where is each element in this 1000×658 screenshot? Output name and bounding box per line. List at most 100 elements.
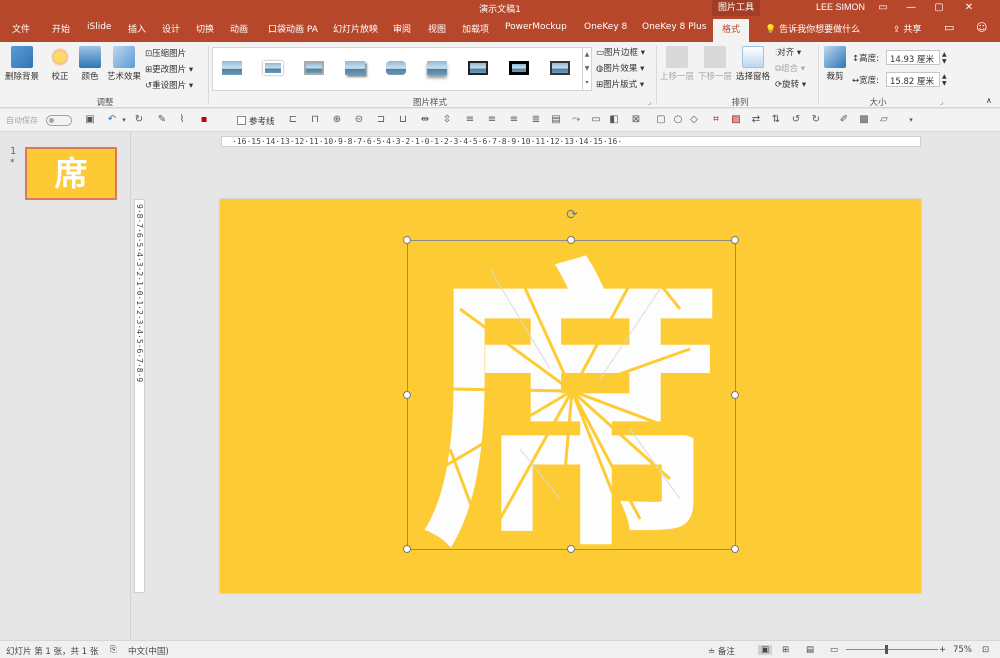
minimize-icon[interactable]: —: [898, 0, 924, 16]
zoom-out-icon[interactable]: −: [850, 645, 857, 655]
undo-icon[interactable]: ↶: [106, 114, 118, 126]
bring-forward-button[interactable]: 上移一层: [659, 46, 695, 82]
ribbon-display-options-icon[interactable]: ▭: [870, 0, 896, 16]
send-backward-button[interactable]: 下移一层: [697, 46, 733, 82]
slide-canvas[interactable]: 席 ⟳: [220, 199, 921, 593]
zoom-slider[interactable]: [846, 649, 938, 650]
align-middle-icon[interactable]: ⊝: [353, 114, 365, 126]
circle-icon[interactable]: ○: [672, 114, 684, 126]
tab-islide[interactable]: iSlide: [87, 22, 111, 32]
table-icon[interactable]: ▤: [550, 114, 562, 126]
tab-addins[interactable]: 加载项: [462, 22, 489, 35]
tab-animations[interactable]: 动画: [230, 22, 248, 35]
align-right-icon[interactable]: ⊐: [375, 114, 387, 126]
tab-powermockup[interactable]: PowerMockup: [505, 22, 567, 32]
undo-dropdown-icon[interactable]: ▾: [118, 114, 130, 126]
selection-pane-button[interactable]: 选择窗格: [734, 46, 772, 82]
image-icon[interactable]: ▩: [858, 114, 870, 126]
text-align-right-icon[interactable]: ≡: [508, 114, 520, 126]
spell-check-icon[interactable]: ⎘: [110, 645, 117, 655]
language-indicator[interactable]: 中文(中国): [128, 645, 169, 657]
crop-button[interactable]: 裁剪: [822, 46, 848, 82]
tab-format[interactable]: 格式: [713, 19, 750, 42]
selection-box[interactable]: [403, 236, 739, 553]
flip-vertical-icon[interactable]: ⇅: [770, 114, 782, 126]
brush-icon[interactable]: ⌇: [176, 114, 188, 126]
tab-transitions[interactable]: 切换: [196, 22, 214, 35]
resize-handle-bottom[interactable]: [567, 545, 575, 553]
fit-to-window-icon[interactable]: ⊡: [982, 645, 989, 655]
format-painter-icon[interactable]: ✎: [156, 114, 168, 126]
width-input[interactable]: 15.82 厘米: [886, 72, 940, 87]
style-thumb-6[interactable]: [424, 57, 450, 79]
tab-onekey8[interactable]: OneKey 8: [584, 22, 627, 32]
height-spinner-icon[interactable]: ▲ ▼: [942, 51, 947, 65]
save-icon[interactable]: ▣: [84, 114, 96, 126]
gallery-scroll-down-icon[interactable]: ▼: [582, 62, 591, 76]
style-thumb-1[interactable]: [219, 57, 245, 79]
flip-horizontal-icon[interactable]: ⇄: [750, 114, 762, 126]
style-thumb-3[interactable]: [301, 57, 327, 79]
close-icon[interactable]: ✕: [956, 0, 982, 16]
gallery-more-icon[interactable]: ▾: [582, 76, 591, 90]
text-justify-icon[interactable]: ≣: [530, 114, 542, 126]
shape-effects-icon[interactable]: ▢: [655, 114, 667, 126]
rotate-right-icon[interactable]: ↻: [810, 114, 822, 126]
resize-handle-bottom-left[interactable]: [403, 545, 411, 553]
connector-icon[interactable]: ⤳: [570, 114, 582, 126]
align-center-icon[interactable]: ⊕: [331, 114, 343, 126]
diamond-icon[interactable]: ◇: [688, 114, 700, 126]
resize-handle-top[interactable]: [567, 236, 575, 244]
distribute-horizontal-icon[interactable]: ⇹: [419, 114, 431, 126]
picture-styles-gallery[interactable]: ▲ ▼ ▾: [212, 47, 592, 91]
zoom-in-icon[interactable]: +: [939, 645, 946, 655]
notes-button[interactable]: ≐ 备注: [708, 645, 735, 657]
text-align-left-icon[interactable]: ≡: [464, 114, 476, 126]
fill-color-icon[interactable]: ◧: [608, 114, 620, 126]
style-thumb-8[interactable]: [506, 57, 532, 79]
style-thumb-2[interactable]: [260, 57, 286, 79]
change-picture-button[interactable]: ⊞更改图片 ▾: [145, 63, 193, 75]
rotate-button[interactable]: ⟳旋转 ▾: [775, 78, 806, 90]
more-shapes-icon[interactable]: ▱: [878, 114, 890, 126]
align-top-icon[interactable]: ⊓: [309, 114, 321, 126]
group-button[interactable]: ⧉组合 ▾: [775, 62, 805, 74]
style-thumb-9[interactable]: [547, 57, 573, 79]
picture-layout-button[interactable]: ⊞图片版式 ▾: [596, 78, 644, 90]
height-input[interactable]: 14.93 厘米: [886, 50, 940, 65]
slide-sorter-icon[interactable]: ⊞: [782, 645, 789, 655]
tab-design[interactable]: 设计: [162, 22, 180, 35]
zoom-slider-thumb[interactable]: [885, 645, 888, 654]
tab-file[interactable]: 文件: [12, 22, 30, 35]
reset-picture-button[interactable]: ↺重设图片 ▾: [145, 79, 193, 91]
style-thumb-4[interactable]: [342, 57, 368, 79]
shape-outline-icon[interactable]: ⊠: [630, 114, 642, 126]
size-dialog-launcher-icon[interactable]: ⌟: [940, 98, 943, 106]
text-align-center-icon[interactable]: ≡: [486, 114, 498, 126]
reading-view-icon[interactable]: ▤: [806, 645, 814, 655]
correct-button[interactable]: 校正: [46, 46, 74, 82]
tab-pocket-animation[interactable]: 口袋动画 PA: [268, 22, 318, 35]
color-button[interactable]: 颜色: [76, 46, 104, 82]
align-bottom-icon[interactable]: ⊔: [397, 114, 409, 126]
rotate-left-icon[interactable]: ↺: [790, 114, 802, 126]
maximize-icon[interactable]: ▢: [926, 0, 952, 16]
resize-handle-left[interactable]: [403, 391, 411, 399]
normal-view-icon[interactable]: ▣: [758, 645, 773, 655]
autosave-toggle[interactable]: [46, 115, 72, 126]
resize-handle-right[interactable]: [731, 391, 739, 399]
styles-dialog-launcher-icon[interactable]: ⌟: [648, 98, 651, 106]
resize-handle-top-right[interactable]: [731, 236, 739, 244]
zoom-level[interactable]: 75%: [953, 645, 972, 655]
align-button[interactable]: ⫶对齐 ▾: [775, 46, 801, 58]
slideshow-view-icon[interactable]: ▭: [830, 645, 838, 655]
redo-icon[interactable]: ↻: [133, 114, 145, 126]
picture-tool-icon[interactable]: ▨: [730, 114, 742, 126]
style-thumb-5[interactable]: [383, 57, 409, 79]
collapse-ribbon-icon[interactable]: ∧: [986, 96, 992, 105]
tab-insert[interactable]: 插入: [128, 22, 146, 35]
tab-slideshow[interactable]: 幻灯片放映: [333, 22, 378, 35]
tell-me-search[interactable]: 💡 告诉我你想要做什么: [765, 22, 860, 35]
resize-handle-top-left[interactable]: [403, 236, 411, 244]
comments-icon[interactable]: ▭: [944, 21, 954, 34]
